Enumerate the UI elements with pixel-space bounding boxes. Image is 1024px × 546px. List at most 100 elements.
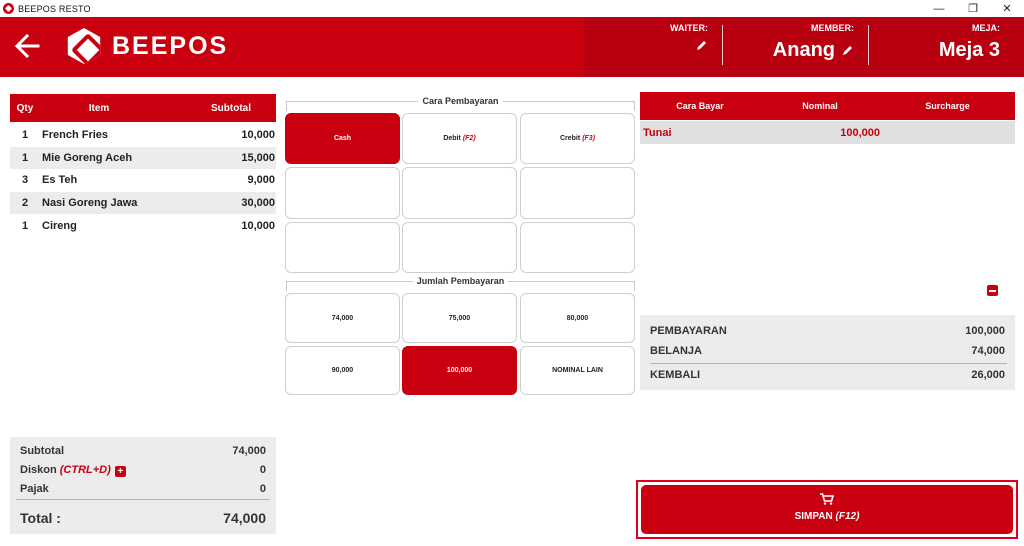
payment-amount-section-title: Jumlah Pembayaran — [286, 276, 635, 291]
pembayaran-value: 100,000 — [965, 325, 1005, 337]
discount-shortcut: (CTRL+D) — [59, 464, 111, 476]
belanja-value: 74,000 — [971, 345, 1005, 357]
save-label: SIMPAN — [794, 511, 833, 522]
order-row[interactable]: 1 French Fries 10,000 — [10, 124, 276, 147]
brand-hexagon-icon — [67, 28, 101, 64]
payment-row[interactable]: Tunai 100,000 — [640, 121, 1015, 144]
amount-option-button[interactable]: 100,000 — [402, 346, 517, 395]
cart-icon — [820, 493, 834, 505]
window-titlebar: BEEPOS RESTO — ❐ ✕ — [0, 0, 1024, 17]
brand-logo: BEEPOS — [66, 28, 228, 64]
order-subtotal: 30,000 — [241, 197, 275, 210]
window-controls: — ❐ ✕ — [922, 0, 1024, 17]
order-subtotal: 10,000 — [241, 219, 275, 232]
order-subtotal: 15,000 — [241, 151, 275, 164]
window-title: BEEPOS RESTO — [18, 3, 91, 14]
order-row[interactable]: 2 Nasi Goreng Jawa 30,000 — [10, 191, 276, 215]
save-button-frame: SIMPAN (F12) — [636, 480, 1018, 539]
amount-option-button[interactable]: 90,000 — [285, 346, 400, 395]
item-column-header: Item — [88, 102, 110, 114]
other-amount-button[interactable]: NOMINAL LAIN — [520, 346, 635, 395]
subtotal-column-header: Subtotal — [211, 102, 251, 114]
payment-method-slot[interactable] — [520, 222, 635, 273]
cash-label: Cash — [333, 135, 352, 142]
order-totals: Subtotal 74,000 Diskon (CTRL+D) + 0 Pajak… — [10, 437, 276, 534]
payment-method-slot[interactable] — [520, 167, 635, 219]
remove-payment-icon[interactable] — [987, 285, 998, 296]
pencil-icon[interactable] — [841, 44, 854, 57]
method-column-header: Cara Bayar — [676, 101, 724, 111]
subtotal-label: Subtotal — [20, 445, 64, 457]
waiter-box[interactable]: WAITER: — [640, 23, 708, 71]
debit-button[interactable]: Debit (F2) — [402, 113, 517, 164]
member-label: MEMBER: — [811, 23, 854, 33]
debit-shortcut: (F2) — [462, 135, 476, 142]
qty-column-header: Qty — [16, 102, 34, 114]
member-box[interactable]: MEMBER: Anang — [730, 23, 854, 71]
order-qty: 1 — [21, 219, 29, 232]
surcharge-column-header: Surcharge — [925, 101, 970, 111]
amount-option-button[interactable]: 74,000 — [285, 293, 400, 343]
back-button[interactable] — [14, 33, 40, 64]
waiter-label: WAITER: — [670, 23, 708, 33]
save-shortcut: (F12) — [835, 511, 860, 522]
order-row[interactable]: 1 Mie Goreng Aceh 15,000 — [10, 146, 276, 170]
meja-label: MEJA: — [971, 23, 1000, 33]
nominal-column-header: Nominal — [802, 101, 838, 111]
brand-name: BEEPOS — [112, 31, 229, 60]
order-item: Es Teh — [42, 174, 78, 187]
add-discount-icon[interactable]: + — [114, 466, 126, 477]
order-item: French Fries — [42, 129, 109, 142]
order-item: Cireng — [42, 219, 77, 232]
order-qty: 1 — [21, 151, 29, 164]
minimize-button[interactable]: — — [922, 0, 956, 17]
app-logo-icon — [3, 3, 14, 14]
payment-method-slot[interactable] — [402, 167, 517, 219]
order-qty: 3 — [21, 174, 29, 187]
order-row[interactable]: 3 Es Teh 9,000 — [10, 169, 276, 192]
payment-method-slot[interactable] — [285, 167, 400, 219]
amount-option-button[interactable]: 80,000 — [520, 293, 635, 343]
order-table-header: Qty Item Subtotal — [10, 94, 276, 122]
table-box[interactable]: MEJA: Meja 3 — [880, 23, 1000, 71]
tax-value: 0 — [259, 483, 266, 495]
discount-button[interactable]: Diskon (CTRL+D) + — [20, 464, 126, 477]
payment-nominal: 100,000 — [840, 126, 880, 139]
order-qty: 2 — [21, 197, 29, 210]
order-subtotal: 9,000 — [247, 174, 275, 187]
amount-option-button[interactable]: 75,000 — [402, 293, 517, 343]
payment-method-title: Cara Pembayaran — [418, 96, 503, 106]
pencil-icon[interactable] — [695, 39, 708, 52]
kembali-label: KEMBALI — [650, 369, 701, 381]
payment-method-slot[interactable] — [285, 222, 400, 273]
discount-value: 0 — [259, 464, 266, 476]
payment-method-slot[interactable] — [402, 222, 517, 273]
payments-table-header: Cara Bayar Nominal Surcharge — [640, 92, 1015, 120]
totals-divider — [16, 499, 270, 500]
header-divider — [722, 25, 723, 65]
close-button[interactable]: ✕ — [990, 0, 1024, 17]
save-button[interactable]: SIMPAN (F12) — [641, 485, 1013, 534]
order-item: Nasi Goreng Jawa — [42, 197, 138, 210]
arrow-left-icon — [14, 33, 40, 59]
credit-button[interactable]: Crebit (F3) — [520, 113, 635, 164]
header-divider — [868, 25, 869, 65]
debit-label: Debit — [443, 135, 461, 142]
payment-method-section-title: Cara Pembayaran — [286, 96, 635, 111]
total-label: Total : — [20, 510, 61, 526]
cash-button[interactable]: Cash — [285, 113, 400, 164]
order-list: 1 French Fries 10,000 1 Mie Goreng Aceh … — [10, 124, 276, 237]
discount-label: Diskon — [20, 464, 57, 476]
restore-button[interactable]: ❐ — [956, 0, 990, 17]
order-subtotal: 10,000 — [241, 129, 275, 142]
payment-method: Tunai — [643, 126, 672, 139]
order-row[interactable]: 1 Cireng 10,000 — [10, 214, 276, 237]
credit-label: Crebit — [559, 135, 581, 142]
order-item: Mie Goreng Aceh — [42, 151, 133, 164]
app-header: BEEPOS WAITER: MEMBER: Anang MEJA: Meja … — [0, 17, 1024, 77]
meja-value: Meja 3 — [938, 39, 1000, 61]
subtotal-value: 74,000 — [232, 445, 266, 457]
tax-label: Pajak — [20, 483, 49, 495]
pembayaran-label: PEMBAYARAN — [650, 325, 727, 337]
total-value: 74,000 — [223, 510, 266, 526]
